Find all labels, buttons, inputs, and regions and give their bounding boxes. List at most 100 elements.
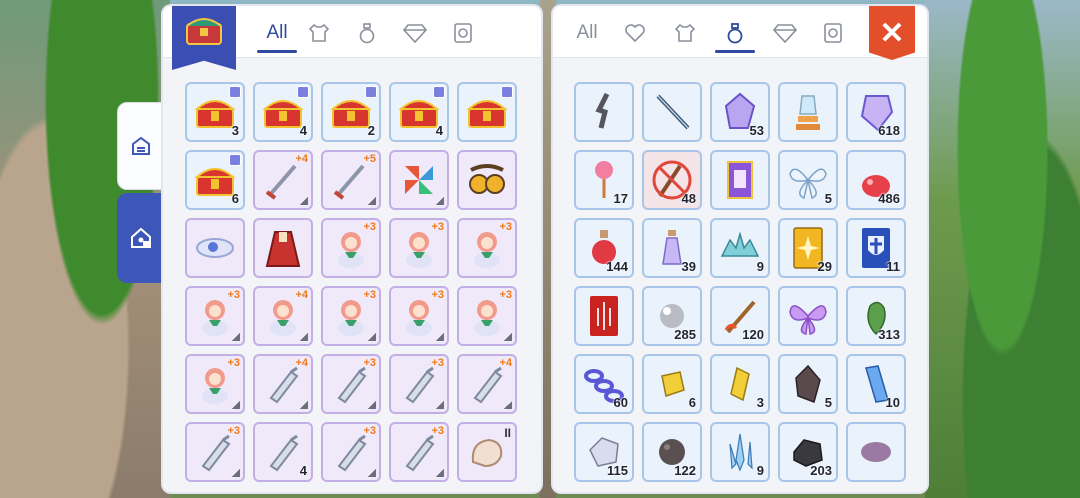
bound-tag-icon [229, 86, 241, 98]
item-slot-yellow-crystal[interactable]: 3 [710, 354, 770, 414]
item-slot-doll-figure[interactable]: +3 [389, 218, 449, 278]
treasure-chest-icon [193, 93, 237, 131]
item-slot-doll-figure[interactable]: +3 [389, 286, 449, 346]
item-slot-sword[interactable]: +4 [253, 150, 313, 210]
item-slot-blue-crystal-shard[interactable]: 10 [846, 354, 906, 414]
item-slot-fire-staff[interactable]: 120 [710, 286, 770, 346]
item-slot-treasure-chest[interactable] [457, 82, 517, 142]
item-slot-doll-figure[interactable]: +4 [253, 286, 313, 346]
tab-consumables[interactable] [345, 16, 389, 50]
item-slot-fairy-wings[interactable]: 5 [778, 150, 838, 210]
bound-tag-icon [229, 154, 241, 166]
tab-cards[interactable] [441, 16, 485, 50]
item-slot-red-robe[interactable] [253, 218, 313, 278]
equipped-corner-icon [504, 401, 512, 409]
item-slot-gauntlet[interactable]: +3 [389, 422, 449, 482]
item-slot-prism-crystal[interactable]: 618 [846, 82, 906, 142]
item-slot-yellow-gem[interactable]: 6 [642, 354, 702, 414]
item-count: 17 [613, 191, 628, 206]
item-slot-blue-vial[interactable]: 39 [642, 218, 702, 278]
tab-materials[interactable] [393, 16, 437, 50]
purple-stone-icon [856, 436, 896, 468]
item-slot-gold-card[interactable]: 29 [778, 218, 838, 278]
item-slot-treasure-chest[interactable]: 4 [389, 82, 449, 142]
item-slot-red-potion-flask[interactable]: 486 [846, 150, 906, 210]
item-slot-purple-book[interactable] [710, 150, 770, 210]
tab-consumables[interactable] [713, 16, 757, 53]
item-slot-treasure-chest[interactable]: 3 [185, 82, 245, 142]
item-slot-purple-stone[interactable] [846, 422, 906, 482]
item-slot-treasure-chest[interactable]: 2 [321, 82, 381, 142]
tab-all[interactable]: All [255, 16, 299, 53]
refine-level: +4 [295, 289, 308, 301]
item-count: 53 [749, 123, 764, 138]
goggles-icon [465, 160, 509, 200]
item-slot-butterfly-wings[interactable] [778, 286, 838, 346]
item-slot-treasure-chest[interactable]: 4 [253, 82, 313, 142]
item-slot-oil-lamp[interactable] [778, 82, 838, 142]
item-slot-ice-tiara[interactable]: 9 [710, 218, 770, 278]
item-count: 618 [878, 123, 900, 138]
potion-icon [725, 22, 745, 44]
item-slot-ice-crystal[interactable]: 9 [710, 422, 770, 482]
treasure-chest-icon [329, 93, 373, 131]
item-slot-green-herb[interactable]: 313 [846, 286, 906, 346]
tab-favorites[interactable] [613, 16, 657, 50]
item-slot-gauntlet[interactable]: +3 [389, 354, 449, 414]
item-slot-gauntlet[interactable]: +4 [253, 354, 313, 414]
tab-all-label: All [576, 22, 598, 43]
item-slot-dark-rock[interactable]: 5 [778, 354, 838, 414]
item-slot-gauntlet[interactable]: +3 [321, 422, 381, 482]
tab-equipment[interactable] [663, 16, 707, 50]
item-slot-ice-staff[interactable] [642, 82, 702, 142]
tab-equipment[interactable] [297, 16, 341, 50]
close-button[interactable]: ✕ [869, 6, 915, 60]
bag-icon [130, 135, 152, 157]
item-count: 5 [824, 395, 832, 410]
item-slot-gauntlet[interactable]: +3 [321, 354, 381, 414]
item-slot-goggles[interactable] [457, 150, 517, 210]
item-slot-silver-pearl[interactable]: 285 [642, 286, 702, 346]
item-slot-doll-figure[interactable]: +3 [321, 286, 381, 346]
refine-level: +4 [499, 357, 512, 369]
bag-tab[interactable] [117, 102, 165, 190]
item-slot-treasure-chest[interactable]: 6 [185, 150, 245, 210]
tab-cards[interactable] [811, 16, 855, 50]
item-slot-silver-ore[interactable]: 115 [574, 422, 634, 482]
item-slot-holy-shield-card[interactable]: 11 [846, 218, 906, 278]
purple-book-icon [722, 158, 758, 202]
tab-materials[interactable] [763, 16, 807, 50]
ice-tiara-icon [718, 230, 762, 266]
item-slot-dagger-shard[interactable] [574, 82, 634, 142]
item-slot-doll-figure[interactable]: +3 [321, 218, 381, 278]
item-slot-eye-orb[interactable] [185, 218, 245, 278]
item-slot-shell[interactable]: II [457, 422, 517, 482]
tab-all[interactable]: All [565, 16, 609, 50]
item-count: 39 [681, 259, 696, 274]
item-slot-doll-figure[interactable]: +3 [185, 354, 245, 414]
item-slot-red-potion[interactable]: 144 [574, 218, 634, 278]
item-slot-coal[interactable]: 203 [778, 422, 838, 482]
equipped-corner-icon [368, 401, 376, 409]
equipped-corner-icon [436, 197, 444, 205]
item-slot-chain[interactable]: 60 [574, 354, 634, 414]
item-slot-iron-ball[interactable]: 122 [642, 422, 702, 482]
item-slot-pinwheel[interactable] [389, 150, 449, 210]
item-slot-gauntlet[interactable]: +4 [457, 354, 517, 414]
item-slot-gauntlet[interactable]: 4 [253, 422, 313, 482]
yellow-gem-icon [654, 366, 690, 402]
item-slot-gauntlet[interactable]: +3 [185, 422, 245, 482]
item-count: 203 [810, 463, 832, 478]
item-slot-sword[interactable]: +5 [321, 150, 381, 210]
item-slot-blade-card[interactable] [574, 286, 634, 346]
item-slot-doll-figure[interactable]: +3 [185, 286, 245, 346]
item-slot-doll-figure[interactable]: +3 [457, 218, 517, 278]
gem-icon [403, 23, 427, 43]
yellow-crystal-icon [725, 364, 755, 404]
storage-tab[interactable] [117, 193, 165, 283]
treasure-chest-icon [261, 93, 305, 131]
item-slot-candy-stick[interactable]: 17 [574, 150, 634, 210]
item-slot-crystal-ore[interactable]: 53 [710, 82, 770, 142]
item-slot-forbidden-branch[interactable]: 48 [642, 150, 702, 210]
item-slot-doll-figure[interactable]: +3 [457, 286, 517, 346]
